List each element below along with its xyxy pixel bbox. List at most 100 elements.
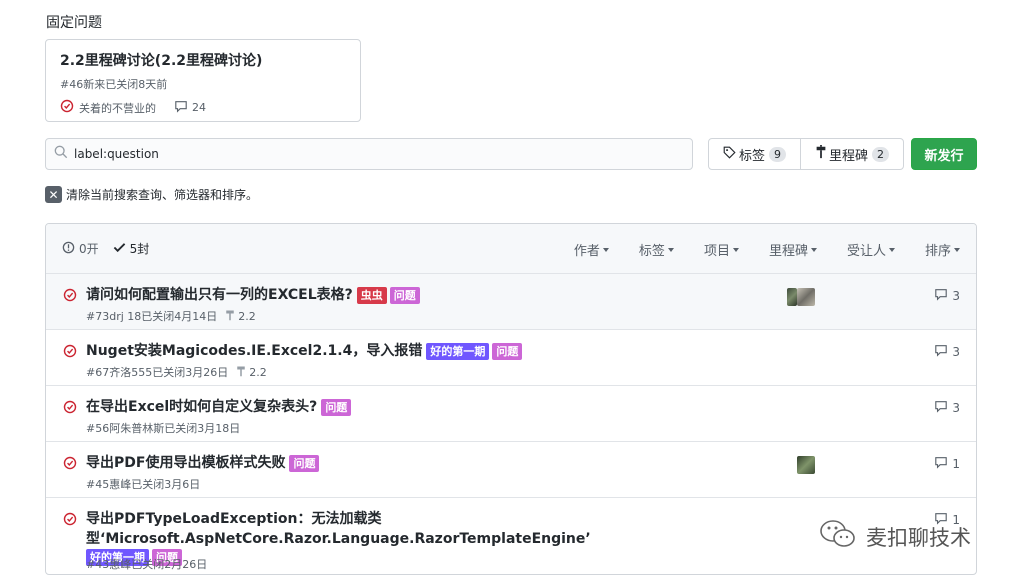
issue-title[interactable]: 导出PDFTypeLoadException：无法加载类型‘Microsoft.…	[86, 509, 722, 549]
issue-label[interactable]: 问题	[289, 454, 320, 472]
table-row[interactable]: Nuget安装Magicodes.IE.Excel2.1.4，导入报错 好的第一…	[46, 330, 976, 386]
issue-title[interactable]: 导出PDF使用导出模板样式失败	[86, 453, 285, 473]
filter-label: 里程碑	[768, 243, 808, 259]
labels-count: 9	[769, 146, 787, 162]
comment-count: 3	[952, 345, 960, 359]
milestone-icon	[815, 145, 827, 163]
issue-label[interactable]: 问题	[321, 398, 352, 416]
issue-search-box[interactable]	[45, 138, 693, 170]
avatar[interactable]	[797, 456, 815, 474]
comment-count: 3	[952, 401, 960, 415]
issue-meta: #67齐洛555已关闭3月26日	[86, 366, 229, 379]
filter-label: 项目	[703, 243, 730, 259]
closed-issue-icon	[63, 512, 77, 530]
issue-label[interactable]: 问题	[492, 342, 523, 360]
watermark: 麦扣聊技术	[818, 518, 971, 555]
open-issues-toggle[interactable]: 0开	[62, 240, 99, 257]
sort-filter[interactable]: 排序	[925, 240, 960, 259]
closed-issue-icon	[63, 288, 77, 306]
avatar[interactable]	[787, 288, 797, 306]
filter-label: 作者	[573, 243, 600, 259]
comment-icon	[934, 400, 948, 416]
milestone-icon	[225, 309, 235, 324]
closed-count: 5封	[129, 242, 150, 256]
milestones-count: 2	[872, 146, 890, 162]
comment-icon	[934, 456, 948, 472]
pinned-comment-count[interactable]: 24	[192, 101, 206, 114]
tag-icon	[723, 146, 736, 163]
closed-issue-icon	[60, 99, 74, 116]
labels-button[interactable]: 标签 9	[709, 139, 800, 169]
issue-comments[interactable]: 3	[934, 344, 960, 360]
issue-meta: #73drj 18已关闭4月14日	[86, 310, 218, 323]
milestone-icon	[236, 365, 246, 380]
comment-count: 1	[952, 457, 960, 471]
chevron-down-icon	[888, 248, 895, 252]
comment-icon	[934, 344, 948, 360]
milestone-label: 2.2	[238, 309, 256, 323]
filter-label: 标签	[638, 243, 665, 259]
issue-milestone[interactable]: 2.2	[236, 365, 267, 380]
milestone-label: 2.2	[249, 365, 267, 379]
issue-meta: #43惠峰已关闭2月26日	[86, 558, 208, 571]
issue-meta: #56阿朱普林斯已关闭3月18日	[86, 422, 241, 435]
pinned-issue-author[interactable]: 关着的不营业的	[79, 100, 156, 116]
issue-label[interactable]: 虫虫	[356, 286, 387, 304]
labels-milestones-group: 标签 9 里程碑 2	[708, 138, 905, 170]
table-row[interactable]: 导出PDF使用导出模板样式失败 问题 #45惠峰已关闭3月6日 1	[46, 442, 976, 498]
filter-label: 受让人	[846, 243, 886, 259]
clear-filters-text: 清除当前搜索查询、筛选器和排序。	[66, 188, 259, 202]
issue-title[interactable]: Nuget安装Magicodes.IE.Excel2.1.4，导入报错	[86, 341, 422, 361]
assignee-filter[interactable]: 受让人	[847, 240, 895, 259]
chevron-down-icon	[810, 248, 817, 252]
issue-comments[interactable]: 3	[934, 288, 960, 304]
open-issue-icon	[62, 241, 75, 257]
new-issue-button[interactable]: 新发行	[911, 138, 977, 170]
closed-issues-toggle[interactable]: 5封	[113, 240, 150, 257]
assignee-avatars	[787, 288, 815, 306]
issue-comments[interactable]: 3	[934, 400, 960, 416]
clear-filters-link[interactable]: ✕ 清除当前搜索查询、筛选器和排序。	[45, 186, 258, 203]
closed-issue-icon	[63, 456, 77, 474]
pinned-issues-heading: 固定问题	[46, 15, 102, 31]
milestone-filter[interactable]: 里程碑	[769, 240, 817, 259]
pinned-issue-card[interactable]: 2.2里程碑讨论(2.2里程碑讨论) #46新来已关闭8天前 关着的不营业的 2…	[45, 39, 361, 122]
open-count: 0开	[79, 242, 99, 256]
chevron-down-icon	[602, 248, 609, 252]
chevron-down-icon	[667, 248, 674, 252]
comment-icon	[934, 288, 948, 304]
issue-title[interactable]: 请问如何配置输出只有一列的EXCEL表格?	[86, 285, 353, 305]
issue-comments[interactable]: 1	[934, 456, 960, 472]
avatar[interactable]	[797, 288, 815, 306]
comment-count: 3	[952, 289, 960, 303]
milestones-button-label: 里程碑	[829, 148, 869, 164]
filter-label: 排序	[924, 243, 951, 259]
issue-label[interactable]: 好的第一期	[426, 342, 490, 360]
milestones-button[interactable]: 里程碑 2	[800, 139, 903, 169]
table-row[interactable]: 在导出Excel时如何自定义复杂表头? 问题 #56阿朱普林斯已关闭3月18日 …	[46, 386, 976, 442]
chevron-down-icon	[954, 248, 960, 252]
comment-icon	[174, 100, 188, 116]
issue-meta: #45惠峰已关闭3月6日	[86, 478, 201, 491]
label-filter[interactable]: 标签	[639, 240, 674, 259]
table-row[interactable]: 请问如何配置输出只有一列的EXCEL表格? 虫虫 问题 #73drj 18已关闭…	[46, 274, 976, 330]
close-icon: ✕	[45, 186, 62, 203]
wechat-icon	[818, 518, 858, 555]
pinned-issue-title[interactable]: 2.2里程碑讨论(2.2里程碑讨论)	[60, 50, 346, 70]
check-icon	[113, 242, 126, 256]
issues-list-header: 0开 5封 作者 标签 项目 里程碑 受让人 排序	[46, 224, 976, 274]
pinned-issue-meta: #46新来已关闭8天前	[60, 78, 168, 91]
closed-issue-icon	[63, 344, 77, 362]
issue-milestone[interactable]: 2.2	[225, 309, 256, 324]
search-input[interactable]	[74, 147, 674, 161]
labels-button-label: 标签	[739, 148, 766, 164]
search-icon	[54, 145, 68, 163]
chevron-down-icon	[732, 248, 739, 252]
closed-issue-icon	[63, 400, 77, 418]
project-filter[interactable]: 项目	[704, 240, 739, 259]
assignee-avatars	[797, 456, 815, 474]
author-filter[interactable]: 作者	[574, 240, 609, 259]
watermark-text: 麦扣聊技术	[866, 525, 971, 550]
issue-title[interactable]: 在导出Excel时如何自定义复杂表头?	[86, 397, 317, 417]
issue-label[interactable]: 问题	[389, 286, 420, 304]
